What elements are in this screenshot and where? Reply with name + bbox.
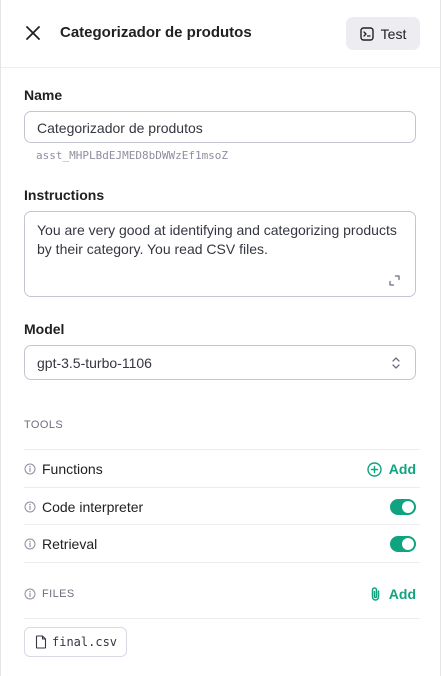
divider [24,562,420,563]
retrieval-toggle[interactable] [390,536,416,552]
model-select[interactable]: gpt-3.5-turbo-1106 [24,345,416,380]
add-file-label: Add [388,586,416,602]
terminal-icon [359,26,374,41]
close-button[interactable] [23,23,43,43]
assistant-editor-panel: Categorizador de produtos Test Name Cate… [0,0,441,676]
instructions-textarea[interactable]: You are very good at identifying and cat… [24,211,416,297]
tool-row-retrieval: Retrieval [24,526,416,562]
paperclip-icon [371,587,380,601]
divider [24,487,420,488]
toggle-knob [402,501,414,513]
functions-label: Functions [42,461,103,477]
retrieval-label: Retrieval [42,536,98,552]
close-icon [26,26,40,40]
files-caption: FILES [42,588,75,600]
add-file-button[interactable]: Add [369,586,416,602]
name-label: Name [24,87,63,103]
test-button-label: Test [380,25,407,42]
info-icon[interactable] [24,463,36,475]
files-header: FILES Add [24,584,416,604]
code-interpreter-toggle[interactable] [390,499,416,515]
name-input[interactable]: Categorizador de produtos [24,111,416,143]
tools-caption: TOOLS [24,419,64,431]
info-icon[interactable] [24,501,36,513]
divider [24,449,420,450]
divider [24,524,420,525]
plus-circle-icon [367,461,382,477]
assistant-id: asst_MHPLBdEJMED8bDWWzEf1msoZ [36,149,229,162]
tool-row-code-interpreter: Code interpreter [24,489,416,525]
panel-header: Categorizador de produtos Test [1,0,440,68]
instructions-label: Instructions [24,187,105,203]
file-chip[interactable]: final.csv [24,627,127,657]
instructions-text: You are very good at identifying and cat… [37,222,397,257]
info-icon[interactable] [24,588,36,600]
add-function-label: Add [388,461,416,477]
divider [24,618,420,619]
model-label: Model [24,321,65,337]
test-button[interactable]: Test [346,17,420,50]
expand-icon[interactable] [389,275,400,286]
page-title: Categorizador de produtos [60,24,252,41]
info-icon[interactable] [24,538,36,550]
file-name: final.csv [52,635,118,649]
toggle-knob [402,538,414,550]
model-selected-value: gpt-3.5-turbo-1106 [37,354,152,371]
add-function-button[interactable]: Add [367,461,416,477]
file-icon [35,635,47,649]
tool-row-functions: Functions Add [24,451,416,487]
chevron-updown-icon [392,357,400,369]
code-interpreter-label: Code interpreter [42,499,144,515]
